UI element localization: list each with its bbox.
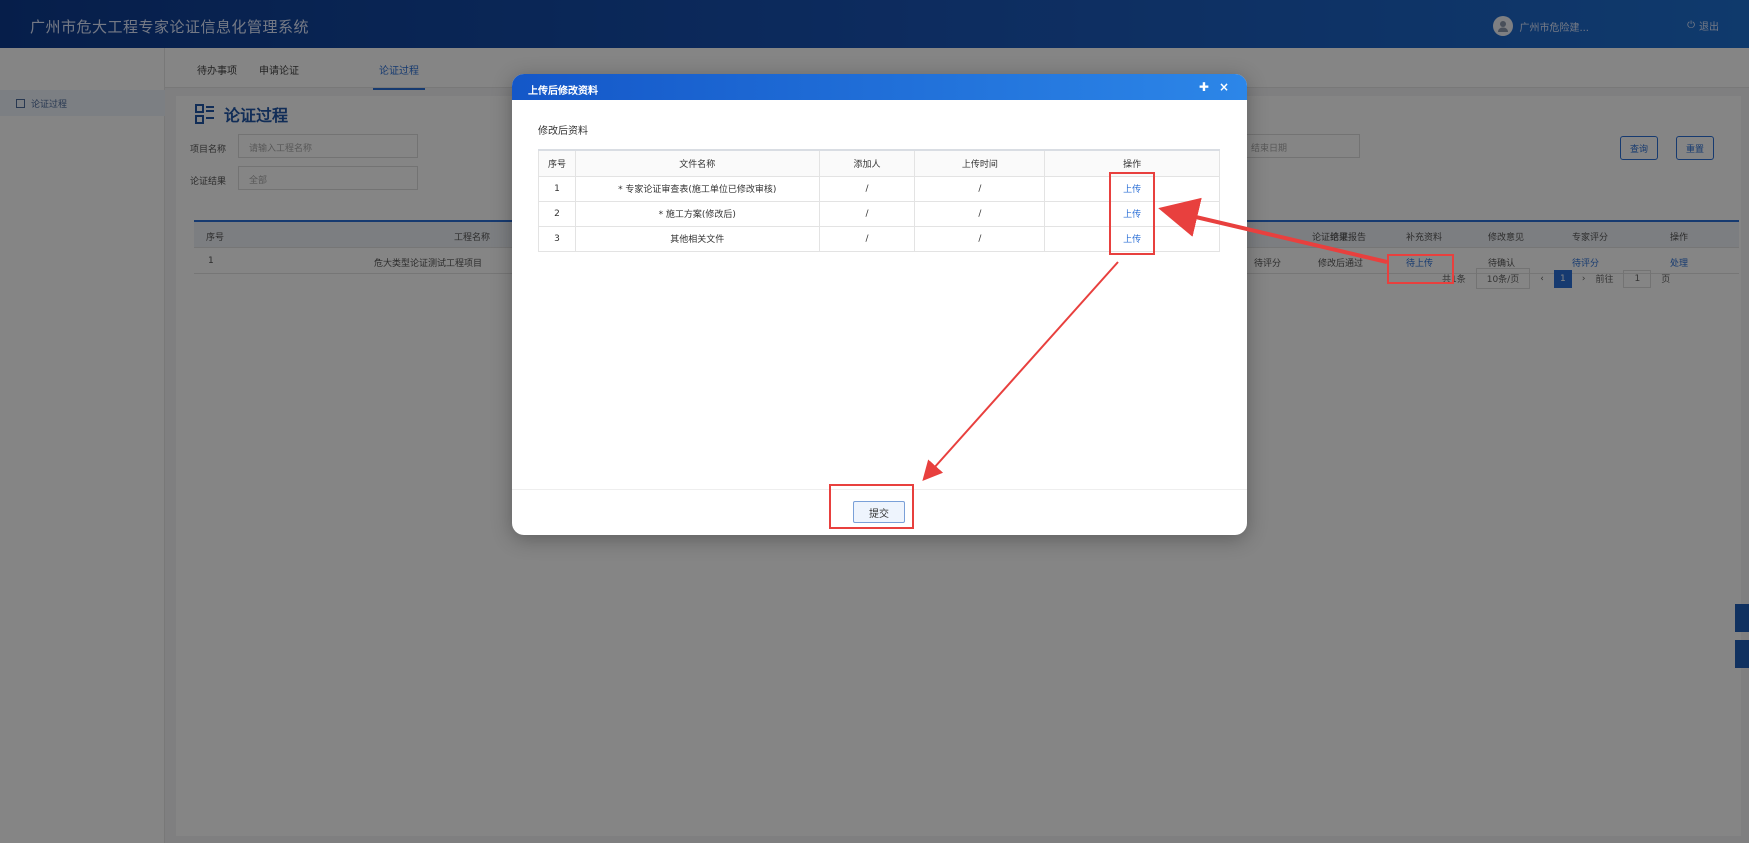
- row-index: 1: [538, 175, 576, 202]
- row-time: /: [914, 200, 1046, 227]
- row-adder: /: [818, 200, 916, 227]
- header-cell: 序号: [538, 149, 576, 177]
- upload-column-highlight: [1109, 172, 1155, 255]
- row-index: 3: [538, 225, 576, 252]
- expand-icon[interactable]: ✚: [1199, 80, 1209, 94]
- header-cell: 上传时间: [914, 149, 1046, 177]
- section-title: 修改后资料: [538, 126, 588, 137]
- row-adder: /: [818, 175, 916, 202]
- close-icon[interactable]: ×: [1219, 80, 1229, 94]
- header-cell: 文件名称: [574, 149, 820, 177]
- row-index: 2: [538, 200, 576, 227]
- row-file-name: 其他相关文件: [574, 225, 820, 252]
- upload-modal: 上传后修改资料 ✚ × 修改后资料 序号 文件名称 添加人 上传时间 操作 1 …: [512, 74, 1247, 535]
- pending-upload-highlight: [1387, 254, 1454, 284]
- row-file-name: * 专家论证审查表(施工单位已修改审核): [574, 175, 820, 202]
- submit-highlight: [829, 484, 914, 529]
- header-cell: 添加人: [818, 149, 916, 177]
- row-file-name: * 施工方案(修改后): [574, 200, 820, 227]
- row-adder: /: [818, 225, 916, 252]
- modal-title: 上传后修改资料: [528, 86, 598, 97]
- row-time: /: [914, 225, 1046, 252]
- row-time: /: [914, 175, 1046, 202]
- modal-header: 上传后修改资料 ✚ ×: [512, 74, 1247, 100]
